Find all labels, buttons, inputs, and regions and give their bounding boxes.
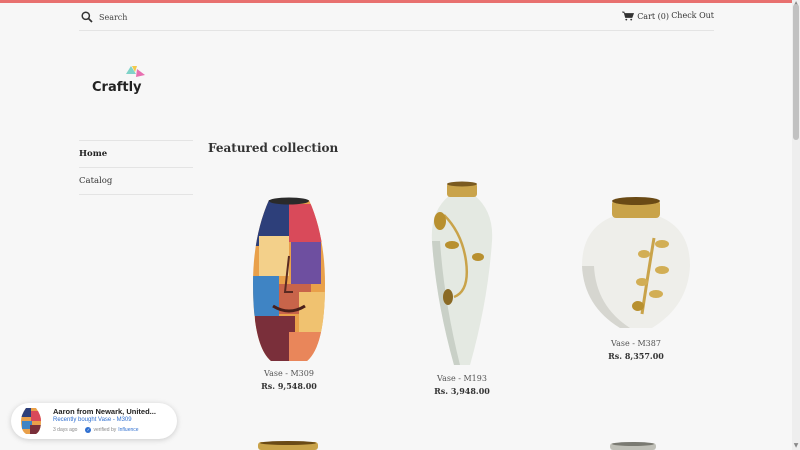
product-image-partial[interactable]	[258, 441, 318, 450]
recent-purchase-popup[interactable]: Aaron from Newark, United... Recently bo…	[11, 403, 177, 439]
logo-text: Craftly	[92, 80, 142, 95]
product-title[interactable]: Vase - M193	[382, 374, 542, 383]
scrollbar[interactable]: ▲ ▼	[792, 0, 800, 450]
scroll-down-icon[interactable]: ▼	[792, 442, 800, 450]
product-title[interactable]: Vase - M387	[556, 339, 716, 348]
product-price: Rs. 9,548.00	[261, 381, 317, 391]
product-image-round-gold-vase[interactable]	[580, 194, 692, 334]
product-card[interactable]: Vase - M193 Rs. 3,948.00	[382, 181, 542, 396]
search-icon[interactable]	[81, 11, 93, 23]
product-price: Rs. 3,948.00	[434, 386, 490, 396]
sidebar-item-catalog[interactable]: Catalog	[79, 167, 193, 195]
toast-product-thumbnail	[21, 408, 41, 434]
search-input[interactable]	[99, 9, 299, 25]
notification-meta: 3 days ago ✓ verified by Influence	[53, 427, 139, 433]
cart-label: Cart (0)	[637, 11, 669, 21]
sidebar-nav: Home Catalog	[79, 140, 193, 195]
product-card[interactable]: Vase - M309 Rs. 9,548.00	[209, 196, 369, 391]
checkout-link[interactable]: Check Out	[671, 11, 714, 20]
scroll-thumb[interactable]	[793, 4, 799, 140]
product-card[interactable]: Vase - M387 Rs. 8,357.00	[556, 194, 716, 361]
product-price: Rs. 8,357.00	[608, 351, 664, 361]
product-image-partial[interactable]	[610, 441, 656, 450]
product-image-white-gold-vase[interactable]	[422, 181, 502, 369]
logo[interactable]: Craftly	[90, 64, 152, 98]
verified-check-icon: ✓	[85, 427, 92, 433]
section-title: Featured collection	[208, 141, 339, 155]
top-accent-bar	[0, 0, 792, 3]
notification-time: 3 days ago	[53, 427, 78, 433]
product-image-abstract-vase[interactable]	[249, 196, 329, 364]
site-header: Cart (0) Check Out	[79, 5, 714, 31]
verified-label: verified by	[93, 427, 117, 433]
verified-brand[interactable]: Influence	[118, 427, 138, 433]
notification-subtitle[interactable]: Recently bought Vase - M309	[53, 417, 132, 423]
product-title[interactable]: Vase - M309	[209, 369, 369, 378]
cart-link[interactable]: Cart (0)	[622, 11, 669, 21]
notification-title: Aaron from Newark, United...	[53, 407, 156, 416]
sidebar-item-home[interactable]: Home	[79, 140, 193, 167]
cart-icon	[622, 11, 635, 21]
